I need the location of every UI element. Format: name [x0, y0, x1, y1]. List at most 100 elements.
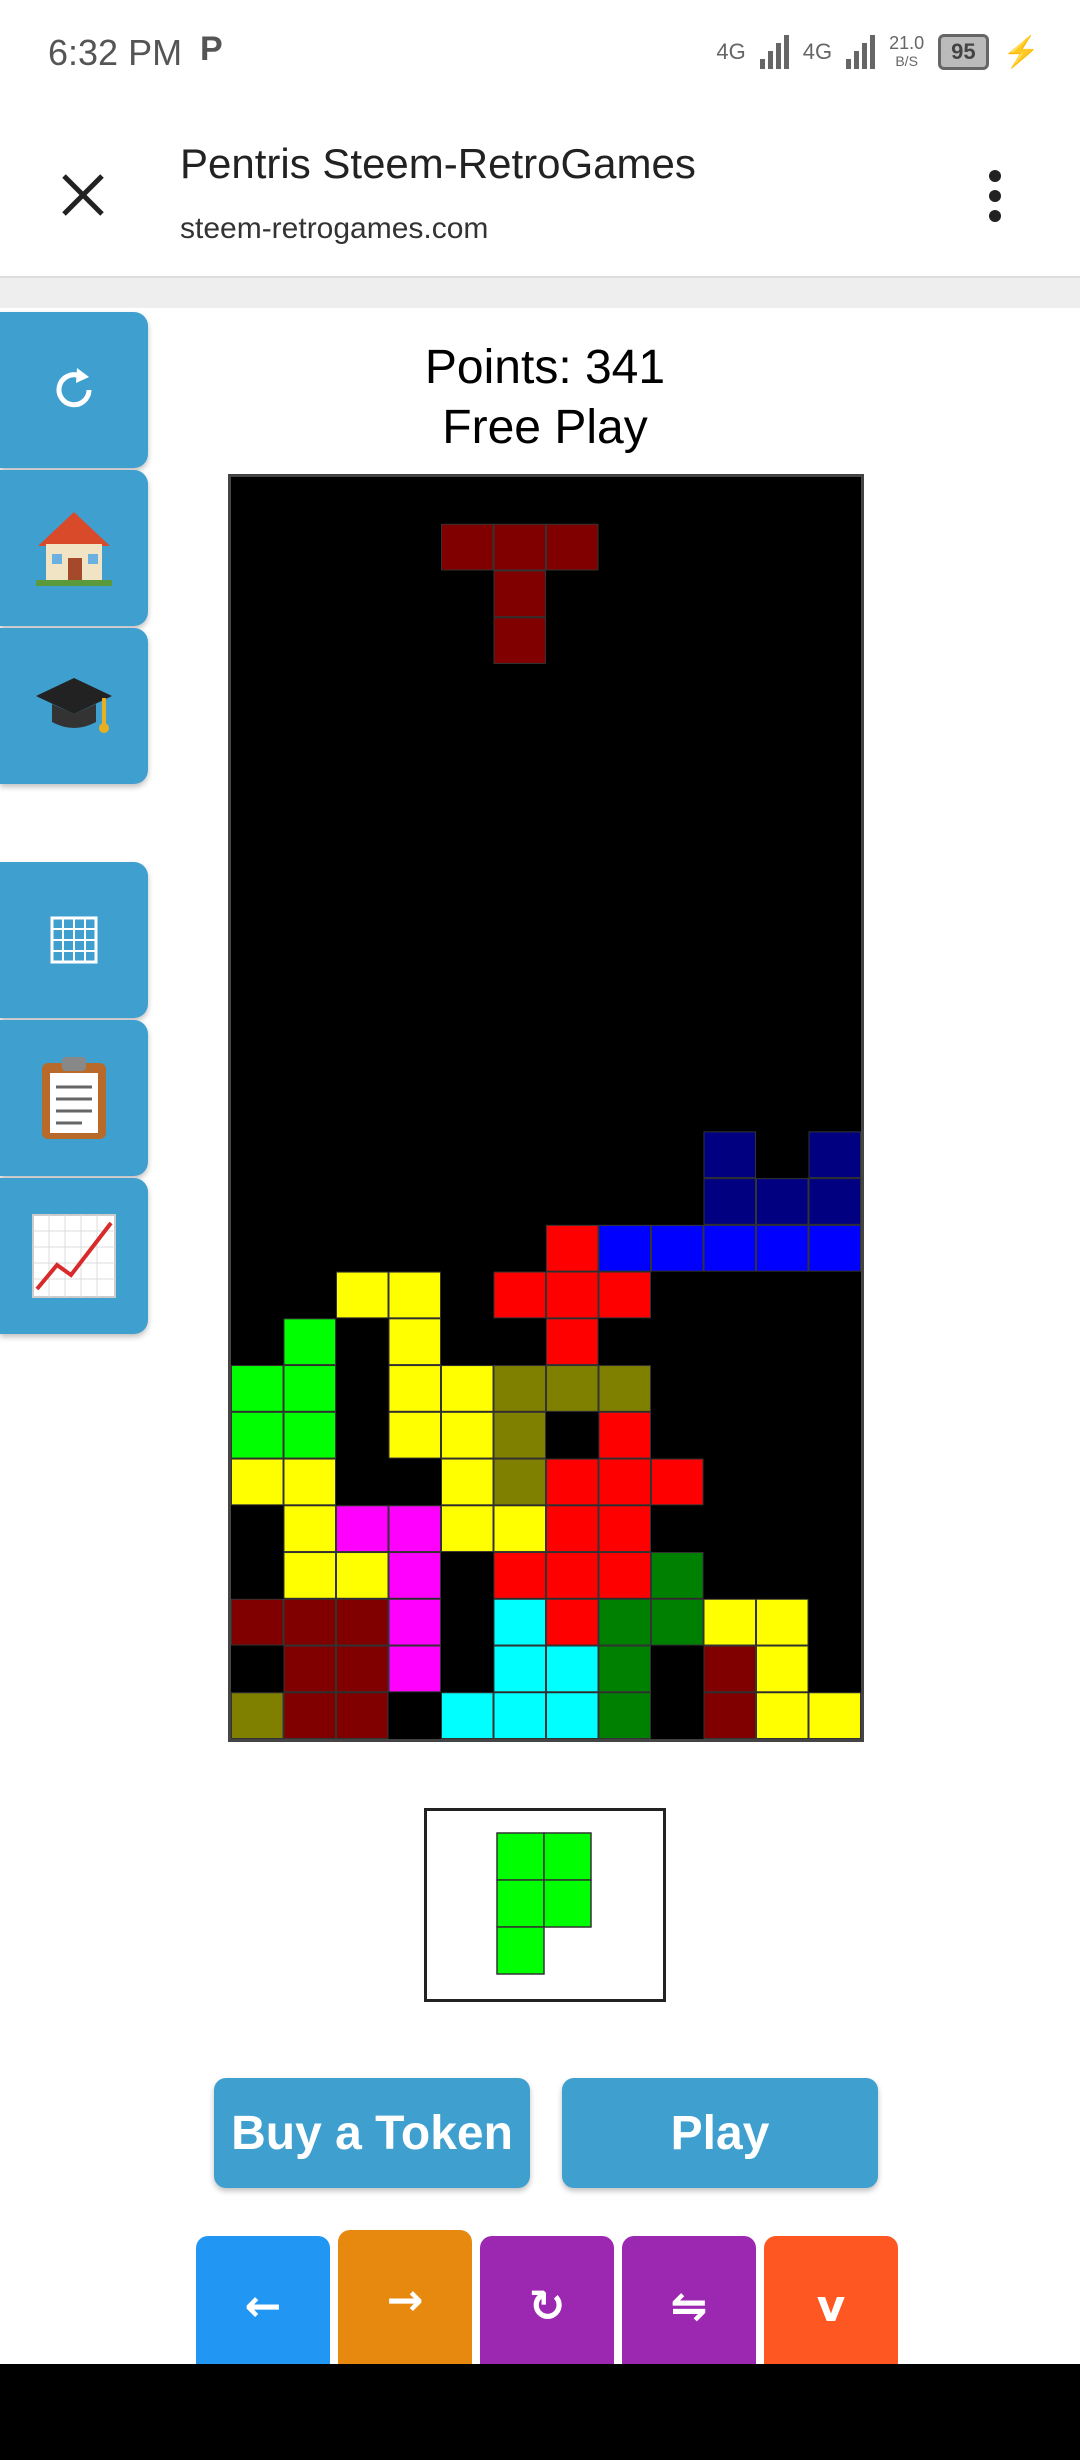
graduation-cap-icon: [36, 678, 112, 733]
board-block: [283, 1645, 336, 1693]
board-block: [493, 1271, 546, 1319]
board-block: [336, 1598, 389, 1646]
board-block: [231, 1458, 284, 1506]
next-piece-block: [496, 1926, 545, 1975]
board-block: [231, 1598, 284, 1646]
move-left-button[interactable]: ←: [196, 2236, 330, 2376]
status-icons: 4G 4G 21.0 B/S 95 ⚡: [716, 34, 1040, 70]
drop-button[interactable]: v: [764, 2236, 898, 2376]
board-block: [336, 1552, 389, 1599]
board-block: [493, 1645, 546, 1693]
board-block: [493, 1365, 546, 1412]
board-block: [283, 1598, 336, 1646]
board-block: [598, 1271, 651, 1319]
chart-icon: [32, 1214, 116, 1298]
sidebar-item-refresh[interactable]: [0, 312, 148, 468]
sidebar-item-home[interactable]: [0, 470, 148, 626]
board-block: [546, 523, 599, 571]
board-block: [493, 1552, 546, 1599]
board-block: [336, 1645, 389, 1693]
board-block: [546, 1271, 599, 1319]
board-block: [808, 1178, 861, 1225]
board-block: [546, 1505, 599, 1553]
sidebar-item-stats[interactable]: [0, 1178, 148, 1334]
board-block: [756, 1224, 809, 1272]
board-block: [388, 1411, 441, 1459]
game-board[interactable]: [228, 474, 864, 1742]
board-block: [283, 1365, 336, 1412]
close-icon[interactable]: [58, 170, 108, 220]
move-right-button[interactable]: →: [338, 2230, 472, 2370]
board-block: [388, 1598, 441, 1646]
board-block: [546, 1552, 599, 1599]
board-block: [441, 1365, 494, 1412]
board-block: [546, 1318, 599, 1366]
board-block: [703, 1598, 756, 1646]
arrow-right-icon: →: [386, 2274, 424, 2326]
next-piece-block: [543, 1879, 592, 1928]
rotate-button[interactable]: ↻: [480, 2236, 614, 2376]
board-block: [231, 1692, 284, 1739]
board-block: [703, 1645, 756, 1693]
board-block: [231, 1365, 284, 1412]
network-label-2: 4G: [802, 39, 833, 64]
board-block: [493, 1692, 546, 1739]
board-block: [703, 1178, 756, 1225]
board-block: [546, 1365, 599, 1412]
points-label: Points: 341: [424, 341, 666, 394]
board-block: [756, 1598, 809, 1646]
page-title: Pentris Steem-RetroGames: [180, 140, 696, 187]
buy-token-button[interactable]: Buy a Token: [214, 2078, 530, 2188]
board-block: [336, 1271, 389, 1319]
board-block: [756, 1692, 809, 1739]
board-block: [598, 1458, 651, 1506]
signal-icon-1: [759, 35, 789, 69]
board-block: [546, 1224, 599, 1272]
divider: [0, 278, 1080, 308]
sidebar-item-grid[interactable]: [0, 862, 148, 1018]
board-block: [546, 1598, 599, 1646]
board-block: [493, 570, 546, 618]
sidebar-item-learn[interactable]: [0, 628, 148, 784]
more-options-icon[interactable]: [980, 166, 1010, 226]
network-label-1: 4G: [716, 39, 746, 64]
board-block: [231, 1411, 284, 1459]
status-time: 6:32 PM: [48, 32, 183, 73]
board-block: [441, 1458, 494, 1506]
play-button[interactable]: Play: [562, 2078, 878, 2188]
app-indicator-icon: P: [200, 30, 223, 68]
board-block: [283, 1552, 336, 1599]
next-piece-preview: [424, 1808, 666, 2002]
board-block: [598, 1598, 651, 1646]
grid-icon: [50, 916, 98, 964]
system-nav-bar: [0, 2364, 1080, 2460]
board-block: [598, 1552, 651, 1599]
board-block: [598, 1365, 651, 1412]
data-rate-unit: B/S: [895, 53, 918, 69]
browser-toolbar: Pentris Steem-RetroGames steem-retrogame…: [0, 110, 1080, 278]
house-icon: [36, 512, 112, 586]
board-block: [441, 1692, 494, 1739]
flip-button[interactable]: ⇋: [622, 2236, 756, 2376]
board-block: [388, 1365, 441, 1412]
board-block: [598, 1224, 651, 1272]
board-block: [598, 1505, 651, 1553]
board-block: [441, 523, 494, 571]
board-block: [336, 1505, 389, 1553]
board-block: [703, 1692, 756, 1739]
clipboard-icon: [42, 1057, 106, 1139]
arrow-left-icon: ←: [244, 2280, 282, 2332]
sidebar-item-clipboard[interactable]: [0, 1020, 148, 1176]
page-url[interactable]: steem-retrogames.com: [180, 212, 488, 246]
board-block: [808, 1224, 861, 1272]
board-block: [493, 523, 546, 571]
board-block: [808, 1131, 861, 1179]
refresh-icon: [56, 368, 92, 408]
board-block: [388, 1271, 441, 1319]
board-block: [598, 1692, 651, 1739]
board-block: [441, 1505, 494, 1553]
board-block: [388, 1645, 441, 1693]
board-block: [651, 1598, 704, 1646]
status-bar: 6:32 PM P 4G 4G 21.0 B/S 95 ⚡: [0, 0, 1080, 110]
data-rate-value: 21.0: [889, 33, 925, 53]
